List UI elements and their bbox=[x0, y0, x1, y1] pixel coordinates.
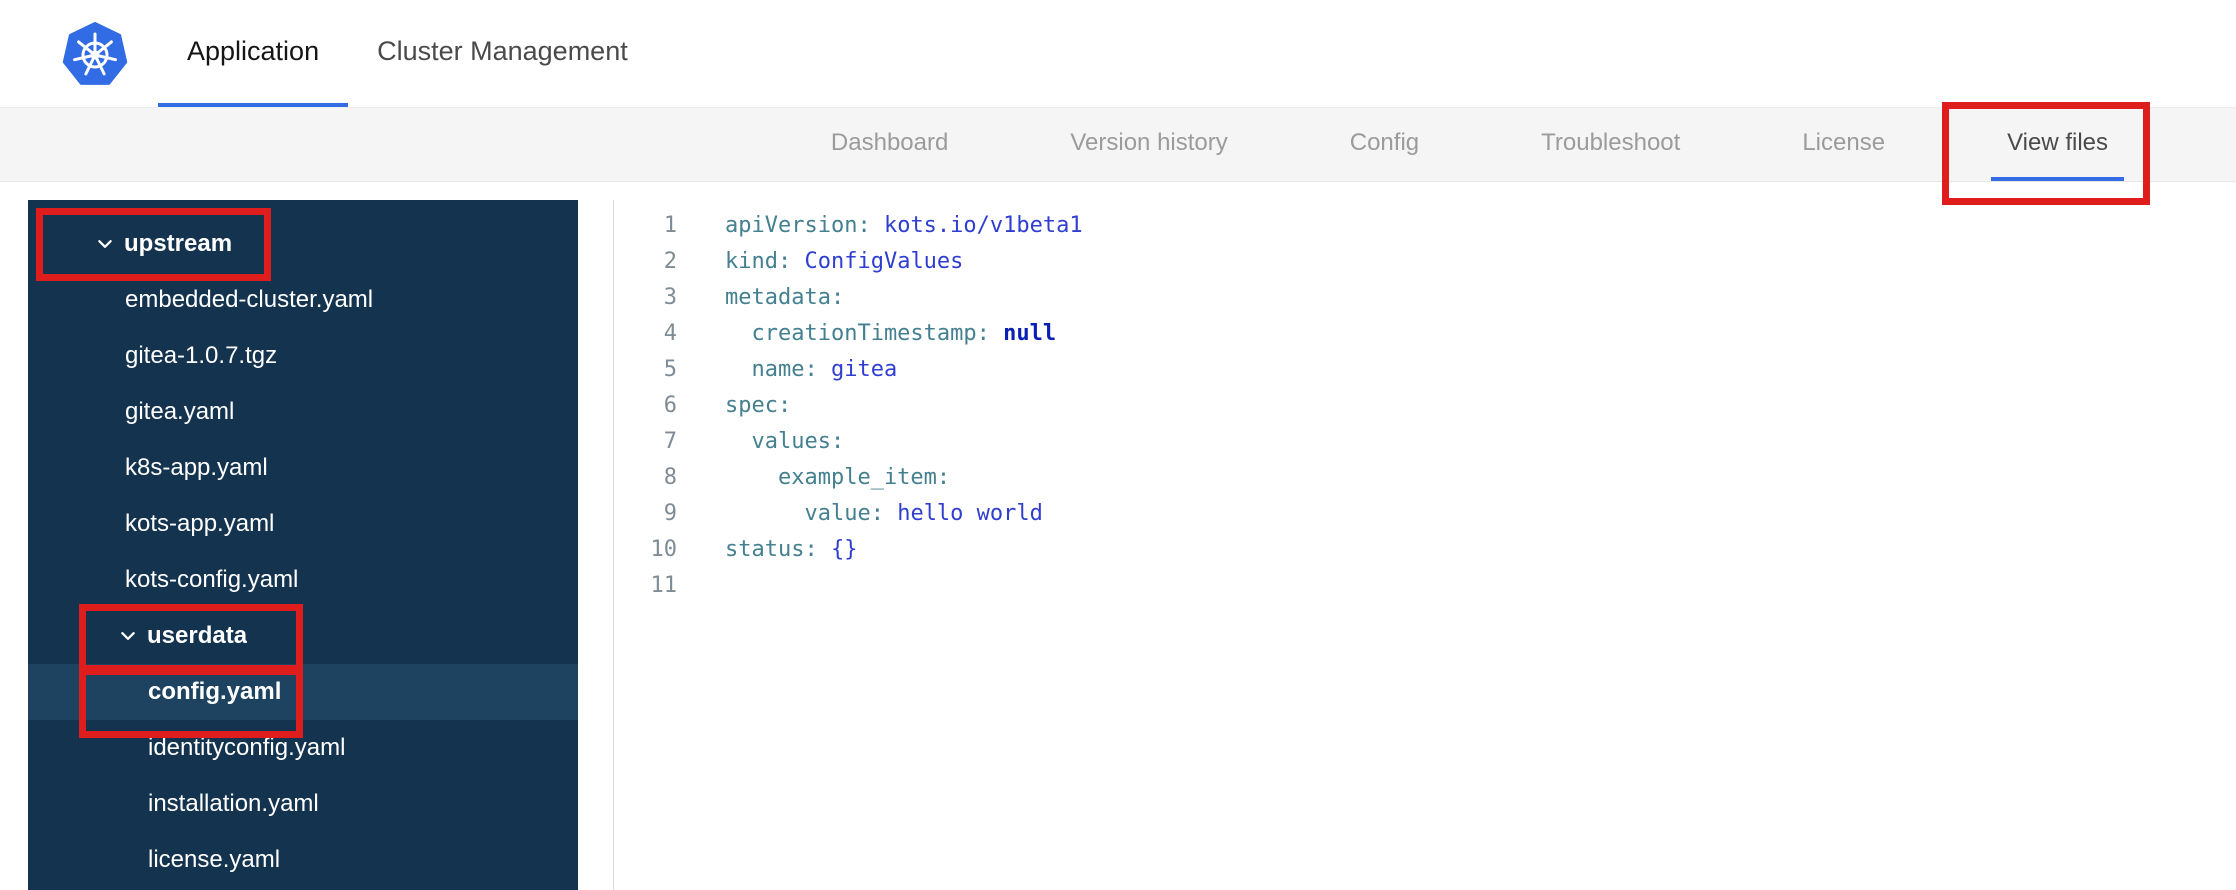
chevron-down-icon bbox=[119, 627, 137, 645]
tree-item-label: userdata bbox=[147, 622, 248, 649]
code-line: 3 metadata: bbox=[614, 280, 2236, 316]
code-token: creationTimestamp: bbox=[725, 321, 990, 346]
code-token: gitea bbox=[817, 357, 898, 382]
tree-item-label: gitea.yaml bbox=[125, 398, 235, 425]
line-text: name: gitea bbox=[677, 352, 897, 388]
code-line: 5 name: gitea bbox=[614, 352, 2236, 388]
tree-file-gitea-yaml[interactable]: gitea.yaml bbox=[28, 384, 578, 440]
code-token: spec: bbox=[725, 393, 792, 418]
code-line: 7 values: bbox=[614, 424, 2236, 460]
code-token: kind: bbox=[725, 249, 792, 274]
tree-item-label: kots-config.yaml bbox=[125, 566, 299, 593]
kots-admin-console: Application Cluster Management Dashboard V… bbox=[0, 0, 2236, 890]
subnav-item-troubleshoot[interactable]: Troubleshoot bbox=[1525, 108, 1696, 181]
tree-item-label: upstream bbox=[124, 230, 233, 257]
tree-item-label: identityconfig.yaml bbox=[148, 734, 346, 761]
line-number: 8 bbox=[663, 465, 677, 490]
subnav-item-license[interactable]: License bbox=[1786, 108, 1901, 181]
code-line: 10 status: {} bbox=[614, 532, 2236, 568]
line-number: 10 bbox=[650, 537, 678, 562]
tree-file-config-yaml[interactable]: config.yaml bbox=[28, 664, 578, 720]
line-text: creationTimestamp: null bbox=[677, 316, 1056, 352]
code-token: kots.io/v1beta1 bbox=[870, 213, 1083, 238]
tree-file-kots-config-yaml[interactable]: kots-config.yaml bbox=[28, 552, 578, 608]
tree-item-label: gitea-1.0.7.tgz bbox=[125, 342, 278, 369]
file-editor: 1 apiVersion: kots.io/v1beta1 2 kind: Confi… bbox=[613, 200, 2236, 890]
line-number: 2 bbox=[663, 249, 677, 274]
subnav-item-config[interactable]: Config bbox=[1334, 108, 1435, 181]
line-text: spec: bbox=[677, 388, 791, 424]
code-token: value: bbox=[725, 501, 884, 526]
line-number: 3 bbox=[663, 285, 677, 310]
subnav-item-version-history[interactable]: Version history bbox=[1054, 108, 1243, 181]
code-token: name: bbox=[725, 357, 818, 382]
code-token: hello world bbox=[883, 501, 1043, 526]
subnav-item-view-files[interactable]: View files bbox=[1991, 108, 2124, 181]
code-token: example_item: bbox=[725, 465, 951, 490]
code-view: 1 apiVersion: kots.io/v1beta1 2 kind: Confi… bbox=[614, 208, 2236, 604]
code-token: {} bbox=[817, 537, 858, 562]
tree-item-label: config.yaml bbox=[148, 678, 282, 705]
line-text: status: {} bbox=[677, 532, 857, 568]
chevron-down-icon bbox=[96, 235, 114, 253]
code-line: 6 spec: bbox=[614, 388, 2236, 424]
tree-file-gitea-1-0-7-tgz[interactable]: gitea-1.0.7.tgz bbox=[28, 328, 578, 384]
tree-item-label: embedded-cluster.yaml bbox=[125, 286, 374, 313]
tree-folder-upstream[interactable]: upstream bbox=[28, 216, 578, 272]
file-tree-sidebar: upstream embedded-cluster.yaml gitea-1.0.7… bbox=[28, 200, 578, 890]
tree-folder-userdata[interactable]: userdata bbox=[28, 608, 578, 664]
line-text: apiVersion: kots.io/v1beta1 bbox=[677, 208, 1083, 244]
tree-file-k8s-app-yaml[interactable]: k8s-app.yaml bbox=[28, 440, 578, 496]
tree-file-embedded-cluster-yaml[interactable]: embedded-cluster.yaml bbox=[28, 272, 578, 328]
line-text: values: bbox=[677, 424, 844, 460]
tree-file-installation-yaml[interactable]: installation.yaml bbox=[28, 776, 578, 832]
code-token: status: bbox=[725, 537, 818, 562]
line-number: 5 bbox=[663, 357, 677, 382]
code-line: 11 bbox=[614, 568, 2236, 604]
tree-item-label: k8s-app.yaml bbox=[125, 454, 268, 481]
code-token: apiVersion: bbox=[725, 213, 871, 238]
header-tabs: Application Cluster Management bbox=[158, 0, 657, 107]
header-tab-application[interactable]: Application bbox=[158, 0, 349, 107]
subnav-item-dashboard[interactable]: Dashboard bbox=[815, 108, 964, 181]
line-number: 6 bbox=[663, 393, 677, 418]
line-text: metadata: bbox=[677, 280, 844, 316]
header-tab-cluster-management[interactable]: Cluster Management bbox=[348, 0, 657, 107]
code-token: ConfigValues bbox=[791, 249, 964, 274]
code-token: metadata: bbox=[725, 285, 845, 310]
line-text: value: hello world bbox=[677, 496, 1043, 532]
line-number: 7 bbox=[663, 429, 677, 454]
tree-item-label: installation.yaml bbox=[148, 790, 319, 817]
line-text: example_item: bbox=[677, 460, 950, 496]
line-number: 11 bbox=[650, 573, 678, 598]
code-line: 1 apiVersion: kots.io/v1beta1 bbox=[614, 208, 2236, 244]
line-number: 4 bbox=[663, 321, 677, 346]
code-line: 8 example_item: bbox=[614, 460, 2236, 496]
code-line: 4 creationTimestamp: null bbox=[614, 316, 2236, 352]
code-token: null bbox=[989, 321, 1057, 346]
line-number: 1 bbox=[663, 213, 677, 238]
line-number: 9 bbox=[663, 501, 677, 526]
tree-file-license-yaml[interactable]: license.yaml bbox=[28, 832, 578, 888]
code-line: 2 kind: ConfigValues bbox=[614, 244, 2236, 280]
app-subnav: Dashboard Version history Config Troublesho… bbox=[0, 107, 2236, 182]
kubernetes-logo-icon bbox=[62, 22, 128, 88]
code-line: 9 value: hello world bbox=[614, 496, 2236, 532]
tree-file-identityconfig-yaml[interactable]: identityconfig.yaml bbox=[28, 720, 578, 776]
tree-item-label: license.yaml bbox=[148, 846, 281, 873]
top-header: Application Cluster Management bbox=[0, 0, 2236, 107]
line-text bbox=[677, 568, 725, 604]
tree-item-label: kots-app.yaml bbox=[125, 510, 275, 537]
tree-file-kots-app-yaml[interactable]: kots-app.yaml bbox=[28, 496, 578, 552]
line-text: kind: ConfigValues bbox=[677, 244, 963, 280]
code-token: values: bbox=[725, 429, 845, 454]
